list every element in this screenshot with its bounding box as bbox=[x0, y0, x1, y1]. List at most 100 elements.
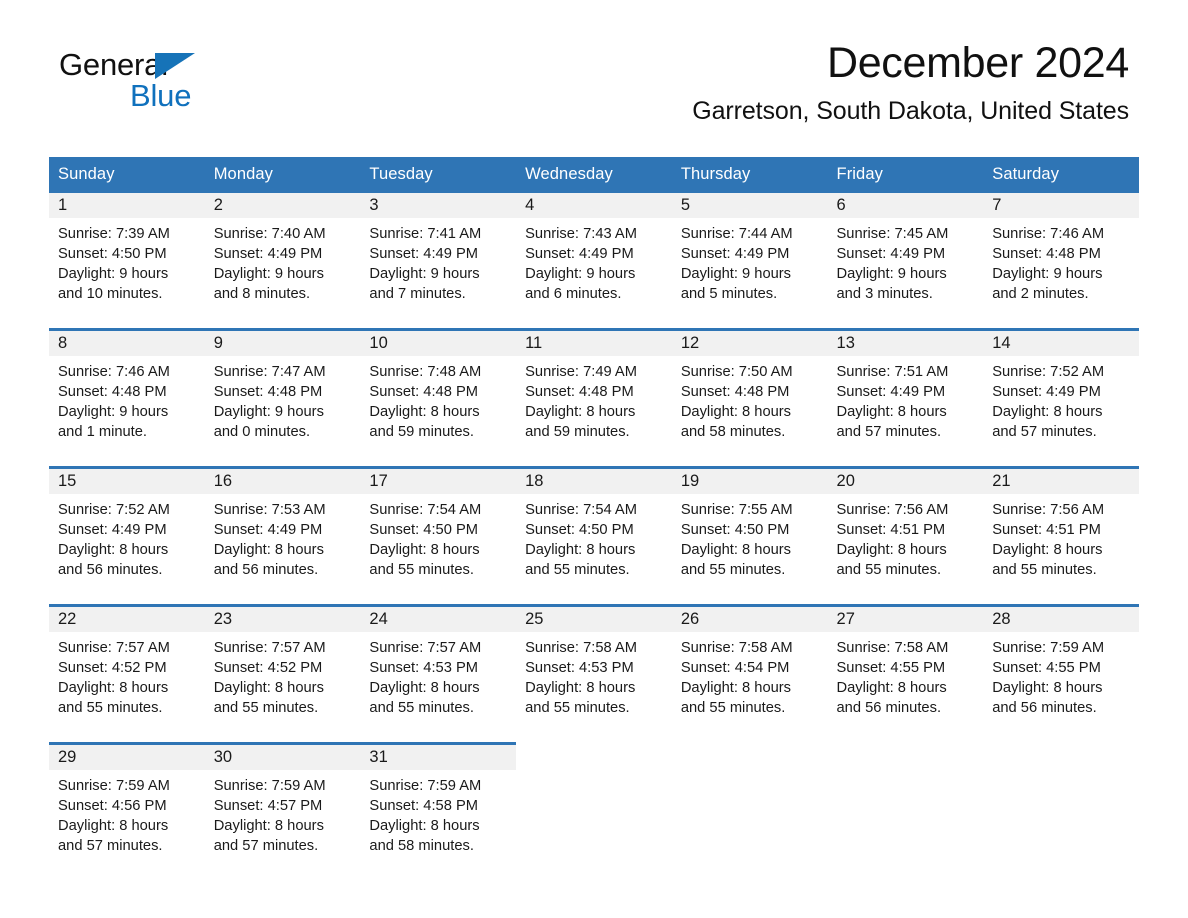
calendar-body: 1 Sunrise: 7:39 AM Sunset: 4:50 PM Daylight… bbox=[49, 193, 1139, 880]
day-detail-line: Sunset: 4:49 PM bbox=[992, 384, 1101, 400]
calendar-day-cell[interactable]: 16 Sunrise: 7:53 AM Sunset: 4:49 PM Dayligh… bbox=[204, 466, 361, 606]
weekday-header-friday: Friday bbox=[827, 157, 984, 193]
day-detail-line: Daylight: 8 hours bbox=[680, 542, 792, 558]
calendar-day-cell[interactable]: 20 Sunrise: 7:56 AM Sunset: 4:51 PM Dayligh… bbox=[827, 466, 984, 606]
day-detail-line: Daylight: 8 hours bbox=[836, 542, 947, 558]
day-detail-line: Sunrise: 7:52 AM bbox=[58, 502, 170, 518]
day-detail-line: and 55 minutes. bbox=[369, 700, 474, 716]
day-detail-line: Sunset: 4:49 PM bbox=[369, 246, 478, 262]
day-detail-line: Daylight: 8 hours bbox=[992, 404, 1103, 420]
day-detail-line: Sunrise: 7:43 AM bbox=[525, 226, 637, 242]
calendar-day-cell[interactable]: 3 Sunrise: 7:41 AM Sunset: 4:49 PM Daylight… bbox=[360, 193, 517, 330]
weekday-header-sunday: Sunday bbox=[49, 157, 205, 193]
calendar-day-cell[interactable]: 24 Sunrise: 7:57 AM Sunset: 4:53 PM Dayligh… bbox=[360, 604, 517, 744]
calendar-day-cell[interactable]: 18 Sunrise: 7:54 AM Sunset: 4:50 PM Dayligh… bbox=[516, 466, 672, 606]
calendar-day-cell[interactable]: 5 Sunrise: 7:44 AM Sunset: 4:49 PM Daylight… bbox=[671, 193, 828, 330]
day-detail-line: and 57 minutes. bbox=[992, 424, 1097, 440]
day-detail-line: and 58 minutes. bbox=[369, 838, 474, 854]
day-number: 26 bbox=[671, 607, 828, 632]
day-detail-line: Sunrise: 7:50 AM bbox=[680, 364, 793, 380]
day-number: 16 bbox=[204, 469, 361, 494]
calendar-day-cell[interactable]: 6 Sunrise: 7:45 AM Sunset: 4:49 PM Daylight… bbox=[827, 193, 984, 330]
day-detail-line: Daylight: 9 hours bbox=[525, 266, 636, 282]
day-details: Sunrise: 7:56 AM Sunset: 4:51 PM Daylight:… bbox=[983, 494, 1139, 580]
calendar-day-cell[interactable]: 25 Sunrise: 7:58 AM Sunset: 4:53 PM Dayligh… bbox=[516, 604, 672, 744]
day-detail-line: Sunrise: 7:39 AM bbox=[58, 226, 170, 242]
page-header: General Blue December 2024 Garretson, So… bbox=[49, 0, 1139, 125]
day-detail-line: Sunrise: 7:55 AM bbox=[680, 502, 793, 518]
day-detail-line: Sunset: 4:55 PM bbox=[836, 660, 946, 676]
calendar-day-cell[interactable]: 19 Sunrise: 7:55 AM Sunset: 4:50 PM Dayligh… bbox=[671, 466, 828, 606]
day-detail-line: Daylight: 8 hours bbox=[58, 542, 169, 558]
day-detail-line: Daylight: 8 hours bbox=[680, 680, 792, 696]
calendar-day-cell[interactable]: 14 Sunrise: 7:52 AM Sunset: 4:49 PM Dayligh… bbox=[983, 328, 1139, 468]
calendar-day-cell[interactable]: 1 Sunrise: 7:39 AM Sunset: 4:50 PM Daylight… bbox=[49, 193, 205, 330]
day-details: Sunrise: 7:52 AM Sunset: 4:49 PM Daylight:… bbox=[49, 494, 205, 580]
page-subtitle: Garretson, South Dakota, United States bbox=[692, 97, 1129, 125]
calendar-day-cell[interactable]: 7 Sunrise: 7:46 AM Sunset: 4:48 PM Daylight… bbox=[983, 193, 1139, 330]
calendar-day-cell[interactable]: 22 Sunrise: 7:57 AM Sunset: 4:52 PM Dayligh… bbox=[49, 604, 205, 744]
day-detail-line: Sunrise: 7:56 AM bbox=[836, 502, 949, 518]
calendar-day-cell[interactable]: 12 Sunrise: 7:50 AM Sunset: 4:48 PM Dayligh… bbox=[671, 328, 828, 468]
day-detail-line: Daylight: 9 hours bbox=[836, 266, 947, 282]
day-details: Sunrise: 7:53 AM Sunset: 4:49 PM Daylight:… bbox=[205, 494, 361, 580]
day-details: Sunrise: 7:49 AM Sunset: 4:48 PM Daylight:… bbox=[516, 356, 672, 442]
day-detail-line: and 56 minutes. bbox=[992, 700, 1097, 716]
day-detail-line: Sunrise: 7:49 AM bbox=[525, 364, 637, 380]
day-detail-line: Sunset: 4:49 PM bbox=[525, 246, 634, 262]
calendar-day-cell[interactable]: 10 Sunrise: 7:48 AM Sunset: 4:48 PM Dayligh… bbox=[360, 328, 517, 468]
calendar-day-cell[interactable]: 28 Sunrise: 7:59 AM Sunset: 4:55 PM Dayligh… bbox=[983, 604, 1139, 744]
day-details bbox=[516, 770, 672, 776]
day-number: 24 bbox=[360, 607, 517, 632]
page-title: December 2024 bbox=[826, 39, 1129, 87]
calendar-day-cell[interactable]: 9 Sunrise: 7:47 AM Sunset: 4:48 PM Daylight… bbox=[204, 328, 361, 468]
calendar-day-cell[interactable]: 13 Sunrise: 7:51 AM Sunset: 4:49 PM Dayligh… bbox=[827, 328, 984, 468]
calendar-week-row: 22 Sunrise: 7:57 AM Sunset: 4:52 PM Dayligh… bbox=[49, 604, 1139, 744]
day-detail-line: Sunset: 4:55 PM bbox=[992, 660, 1101, 676]
calendar-day-cell[interactable]: 17 Sunrise: 7:54 AM Sunset: 4:50 PM Dayligh… bbox=[360, 466, 517, 606]
day-detail-line: Daylight: 8 hours bbox=[836, 404, 947, 420]
calendar-day-cell[interactable]: 31 Sunrise: 7:59 AM Sunset: 4:58 PM Dayligh… bbox=[360, 742, 517, 880]
calendar-day-cell[interactable]: 2 Sunrise: 7:40 AM Sunset: 4:49 PM Daylight… bbox=[204, 193, 361, 330]
day-details: Sunrise: 7:59 AM Sunset: 4:56 PM Daylight:… bbox=[49, 770, 205, 856]
day-details: Sunrise: 7:39 AM Sunset: 4:50 PM Daylight:… bbox=[49, 218, 205, 304]
calendar-day-cell[interactable]: 29 Sunrise: 7:59 AM Sunset: 4:56 PM Dayligh… bbox=[49, 742, 205, 880]
day-detail-line: Sunrise: 7:57 AM bbox=[213, 640, 326, 656]
day-detail-line: and 7 minutes. bbox=[369, 286, 466, 302]
calendar-day-cell[interactable]: 8 Sunrise: 7:46 AM Sunset: 4:48 PM Daylight… bbox=[49, 328, 205, 468]
day-details: Sunrise: 7:59 AM Sunset: 4:58 PM Daylight:… bbox=[360, 770, 516, 856]
day-detail-line: Sunrise: 7:57 AM bbox=[369, 640, 482, 656]
calendar-day-cell[interactable]: 4 Sunrise: 7:43 AM Sunset: 4:49 PM Daylight… bbox=[516, 193, 672, 330]
day-detail-line: Sunrise: 7:44 AM bbox=[680, 226, 793, 242]
day-number: 22 bbox=[49, 607, 205, 632]
day-detail-line: Sunset: 4:49 PM bbox=[213, 246, 323, 262]
day-number: 31 bbox=[360, 745, 517, 770]
day-number bbox=[671, 745, 828, 770]
day-detail-line: Sunset: 4:48 PM bbox=[525, 384, 634, 400]
day-detail-line: and 55 minutes. bbox=[213, 700, 319, 716]
day-number: 25 bbox=[516, 607, 672, 632]
triangle-icon bbox=[155, 53, 195, 79]
calendar-day-cell[interactable]: 30 Sunrise: 7:59 AM Sunset: 4:57 PM Dayligh… bbox=[204, 742, 361, 880]
day-details: Sunrise: 7:54 AM Sunset: 4:50 PM Daylight:… bbox=[360, 494, 516, 580]
day-detail-line: and 3 minutes. bbox=[836, 286, 933, 302]
day-detail-line: Sunset: 4:58 PM bbox=[369, 798, 478, 814]
calendar-day-cell[interactable]: 27 Sunrise: 7:58 AM Sunset: 4:55 PM Dayligh… bbox=[827, 604, 984, 744]
day-detail-line: Sunset: 4:48 PM bbox=[213, 384, 323, 400]
day-detail-line: Sunrise: 7:57 AM bbox=[58, 640, 170, 656]
day-detail-line: and 57 minutes. bbox=[836, 424, 942, 440]
weekday-header-wednesday: Wednesday bbox=[516, 157, 672, 193]
calendar-day-cell[interactable]: 15 Sunrise: 7:52 AM Sunset: 4:49 PM Dayligh… bbox=[49, 466, 205, 606]
calendar-day-cell[interactable]: 26 Sunrise: 7:58 AM Sunset: 4:54 PM Dayligh… bbox=[671, 604, 828, 744]
day-number: 9 bbox=[204, 331, 361, 356]
day-details: Sunrise: 7:41 AM Sunset: 4:49 PM Daylight:… bbox=[360, 218, 516, 304]
day-detail-line: Daylight: 8 hours bbox=[213, 680, 324, 696]
day-detail-line: Daylight: 8 hours bbox=[369, 404, 480, 420]
day-number: 15 bbox=[49, 469, 205, 494]
calendar-day-cell[interactable]: 21 Sunrise: 7:56 AM Sunset: 4:51 PM Dayligh… bbox=[983, 466, 1139, 606]
calendar-day-cell[interactable]: 23 Sunrise: 7:57 AM Sunset: 4:52 PM Dayligh… bbox=[204, 604, 361, 744]
day-details: Sunrise: 7:59 AM Sunset: 4:55 PM Daylight:… bbox=[983, 632, 1139, 718]
calendar-day-cell[interactable]: 11 Sunrise: 7:49 AM Sunset: 4:48 PM Dayligh… bbox=[516, 328, 672, 468]
day-detail-line: Daylight: 8 hours bbox=[213, 818, 324, 834]
generalblue-logo[interactable]: General Blue bbox=[59, 48, 359, 118]
